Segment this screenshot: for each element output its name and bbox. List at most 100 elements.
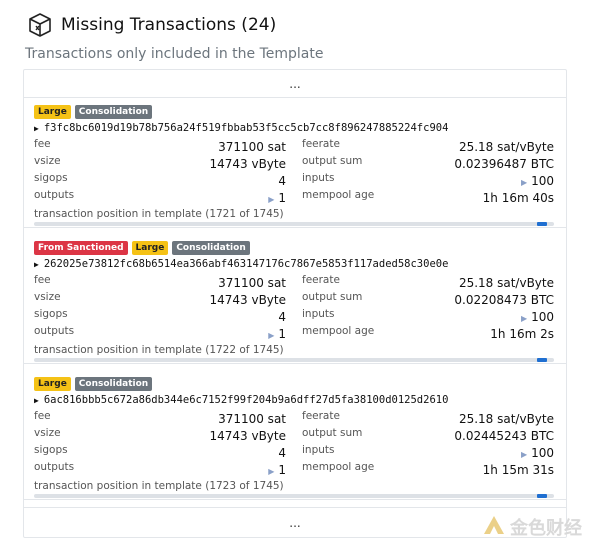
template-position: transaction position in template (1722 o… <box>34 344 284 356</box>
value-inputs: 100 <box>531 310 554 324</box>
expand-arrow-icon: ▶ <box>268 331 275 340</box>
transaction-card: From Sanctioned Large Consolidation ▶ 26… <box>24 234 566 364</box>
badge-consolidation: Consolidation <box>74 377 153 391</box>
value-outputs: 1 <box>278 463 286 477</box>
badge-group: Large Consolidation <box>34 377 153 391</box>
value-outputs: 1 <box>278 327 286 341</box>
label-sigops: sigops <box>34 308 68 320</box>
label-output-sum: output sum <box>302 155 363 167</box>
section-header: Missing Transactions (24) <box>27 12 276 38</box>
inputs-toggle[interactable]: ▶ 100 <box>521 446 554 460</box>
label-mempool-age: mempool age <box>302 189 375 201</box>
txid-toggle[interactable]: ▶ 6ac816bbb5c672a86db344e6c7152f99f204b9… <box>34 394 448 406</box>
value-feerate: 25.18 sat/vByte <box>458 412 554 426</box>
tx-details-left: fee 371100 sat vsize 14743 vByte sigops 4 o… <box>34 138 286 206</box>
label-sigops: sigops <box>34 172 68 184</box>
label-inputs: inputs <box>302 308 335 320</box>
value-feerate: 25.18 sat/vByte <box>458 140 554 154</box>
tx-details-right: feerate 25.18 sat/vByte output sum 0.02396… <box>302 138 554 206</box>
position-marker <box>537 494 547 498</box>
position-marker <box>537 358 547 362</box>
txid: f3fc8bc6019d19b78b756a24f519fbbab53f5cc5… <box>43 122 449 134</box>
box-x-icon <box>27 12 53 38</box>
value-output-sum: 0.02208473 BTC <box>454 293 554 307</box>
value-inputs: 100 <box>531 174 554 188</box>
value-sigops: 4 <box>278 174 286 188</box>
txid-toggle[interactable]: ▶ 262025e73812fc68b6514ea366abf463147176… <box>34 258 448 270</box>
label-vsize: vsize <box>34 427 61 439</box>
expand-triangle-icon: ▶ <box>34 395 39 405</box>
label-vsize: vsize <box>34 291 61 303</box>
watermark-text: 金色财经 <box>510 518 582 539</box>
value-output-sum: 0.02445243 BTC <box>454 429 554 443</box>
badge-group: From Sanctioned Large Consolidation <box>34 241 250 255</box>
label-mempool-age: mempool age <box>302 461 375 473</box>
badge-large: Large <box>34 377 71 391</box>
watermark: 金色财经 <box>482 514 582 540</box>
outputs-toggle[interactable]: ▶ 1 <box>268 327 286 341</box>
tx-details-left: fee 371100 sat vsize 14743 vByte sigops 4 o… <box>34 410 286 478</box>
page-subtitle: Transactions only included in the Templa… <box>25 46 324 62</box>
position-bar <box>34 494 554 498</box>
label-mempool-age: mempool age <box>302 325 375 337</box>
template-position: transaction position in template (1721 o… <box>34 208 284 220</box>
label-outputs: outputs <box>34 461 75 473</box>
txid: 262025e73812fc68b6514ea366abf463147176c7… <box>43 258 449 270</box>
label-feerate: feerate <box>302 410 340 422</box>
value-vsize: 14743 vByte <box>209 293 286 307</box>
value-sigops: 4 <box>278 446 286 460</box>
golden-logo-icon <box>482 514 506 540</box>
value-mempool-age: 1h 16m 2s <box>490 327 554 341</box>
value-fee: 371100 sat <box>218 412 286 426</box>
position-bar <box>34 358 554 362</box>
show-more-top[interactable]: ... <box>24 70 566 98</box>
expand-triangle-icon: ▶ <box>34 259 39 269</box>
label-inputs: inputs <box>302 444 335 456</box>
label-output-sum: output sum <box>302 291 363 303</box>
position-bar <box>34 222 554 226</box>
label-feerate: feerate <box>302 274 340 286</box>
transaction-card: Large Consolidation ▶ f3fc8bc6019d19b78b… <box>24 98 566 228</box>
value-vsize: 14743 vByte <box>209 157 286 171</box>
badge-consolidation: Consolidation <box>172 241 250 255</box>
outputs-toggle[interactable]: ▶ 1 <box>268 191 286 205</box>
page-title: Missing Transactions (24) <box>61 15 277 35</box>
label-output-sum: output sum <box>302 427 363 439</box>
expand-arrow-icon: ▶ <box>520 178 528 187</box>
value-vsize: 14743 vByte <box>209 429 286 443</box>
label-vsize: vsize <box>34 155 61 167</box>
expand-arrow-icon: ▶ <box>520 314 528 323</box>
value-fee: 371100 sat <box>218 140 286 154</box>
label-sigops: sigops <box>34 444 68 456</box>
badge-from-sanctioned: From Sanctioned <box>34 241 128 255</box>
position-marker <box>537 222 547 226</box>
value-mempool-age: 1h 15m 31s <box>482 463 554 477</box>
value-mempool-age: 1h 16m 40s <box>482 191 554 205</box>
inputs-toggle[interactable]: ▶ 100 <box>521 174 554 188</box>
value-inputs: 100 <box>531 446 554 460</box>
outputs-toggle[interactable]: ▶ 1 <box>268 463 286 477</box>
transactions-panel: ... Large Consolidation ▶ f3fc8bc6019d19… <box>23 69 567 538</box>
txid: 6ac816bbb5c672a86db344e6c7152f99f204b9a6… <box>43 394 449 406</box>
badge-consolidation: Consolidation <box>74 105 153 119</box>
template-position: transaction position in template (1723 o… <box>34 480 284 492</box>
label-fee: fee <box>34 274 51 286</box>
expand-arrow-icon: ▶ <box>520 450 528 459</box>
value-feerate: 25.18 sat/vByte <box>458 276 554 290</box>
value-sigops: 4 <box>278 310 286 324</box>
expand-arrow-icon: ▶ <box>268 195 275 204</box>
tx-details-right: feerate 25.18 sat/vByte output sum 0.02445… <box>302 410 554 478</box>
badge-large: Large <box>34 105 71 119</box>
value-output-sum: 0.02396487 BTC <box>454 157 554 171</box>
inputs-toggle[interactable]: ▶ 100 <box>521 310 554 324</box>
label-fee: fee <box>34 410 51 422</box>
label-outputs: outputs <box>34 325 75 337</box>
badge-large: Large <box>131 241 169 255</box>
txid-toggle[interactable]: ▶ f3fc8bc6019d19b78b756a24f519fbbab53f5c… <box>34 122 448 134</box>
expand-arrow-icon: ▶ <box>268 467 275 476</box>
badge-group: Large Consolidation <box>34 105 153 119</box>
tx-details-left: fee 371100 sat vsize 14743 vByte sigops 4 o… <box>34 274 286 342</box>
label-fee: fee <box>34 138 51 150</box>
tx-details-right: feerate 25.18 sat/vByte output sum 0.02208… <box>302 274 554 342</box>
label-feerate: feerate <box>302 138 340 150</box>
